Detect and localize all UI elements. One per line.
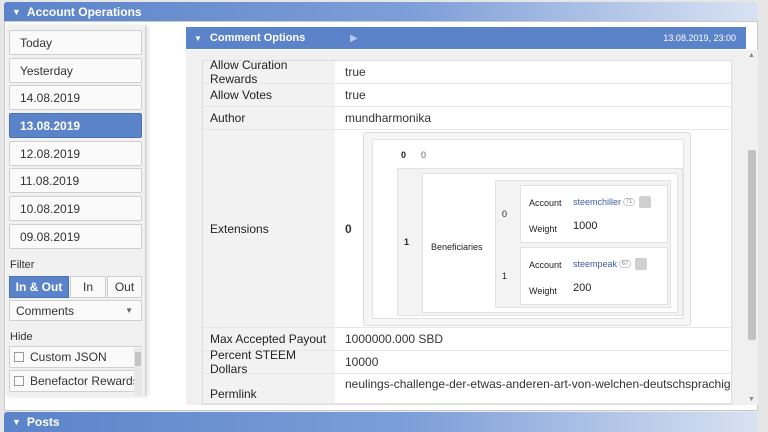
content-scrollbar[interactable]: ▲ ▼ bbox=[746, 50, 758, 405]
collapse-triangle-icon: ▼ bbox=[12, 417, 21, 427]
row-key: Extensions bbox=[203, 130, 335, 327]
avatar-icon bbox=[639, 195, 652, 208]
table-row: Allow Votes true bbox=[203, 84, 731, 107]
date-filter-sidebar: Today Yesterday 14.08.2019 13.08.2019 12… bbox=[6, 26, 146, 396]
date-button[interactable]: 12.08.2019 bbox=[9, 141, 142, 166]
beneficiary-index: 1 bbox=[502, 270, 508, 281]
account-label: Account bbox=[529, 259, 562, 270]
row-key: Author bbox=[203, 107, 335, 129]
hide-option-custom-json[interactable]: Custom JSON bbox=[9, 346, 142, 368]
beneficiary-account-link[interactable]: steempeak bbox=[573, 259, 617, 269]
account-operations-title: Account Operations bbox=[26, 4, 142, 19]
operation-type-value: Comments bbox=[16, 303, 75, 318]
author-link[interactable]: mundharmonika bbox=[335, 107, 731, 129]
extension-key: 0 bbox=[401, 149, 407, 160]
beneficiaries-index: 1 bbox=[404, 236, 410, 247]
extensions-index: 0 bbox=[345, 221, 352, 236]
date-button[interactable]: 09.08.2019 bbox=[9, 224, 142, 249]
reputation-badge: 67 bbox=[619, 259, 632, 268]
operation-table: Allow Curation Rewards true Allow Votes … bbox=[202, 58, 732, 405]
scrollbar-thumb[interactable] bbox=[748, 150, 756, 340]
row-key: Allow Curation Rewards bbox=[203, 58, 335, 86]
checkbox-icon[interactable] bbox=[14, 376, 24, 386]
table-row: Author mundharmonika bbox=[203, 107, 731, 130]
weight-label: Weight bbox=[529, 285, 557, 296]
date-button-selected[interactable]: 13.08.2019 bbox=[9, 113, 142, 138]
beneficiary-account-link[interactable]: steemchiller bbox=[573, 197, 621, 207]
checkbox-icon[interactable] bbox=[14, 352, 24, 362]
hide-label: Hide bbox=[10, 331, 33, 343]
table-row: Permlink neulings-challenge-der-etwas-an… bbox=[203, 374, 731, 404]
posts-title: Posts bbox=[26, 415, 60, 429]
operation-type-select[interactable]: Comments ▼ bbox=[9, 300, 142, 321]
account-label: Account bbox=[529, 197, 562, 208]
operation-header[interactable]: ▼ Comment Options ▶ 13.08.2019, 23:00 bbox=[186, 27, 746, 49]
collapse-triangle-icon: ▼ bbox=[194, 33, 202, 43]
row-key: Allow Votes bbox=[203, 84, 335, 106]
hide-options-list: Custom JSON Benefactor Rewards bbox=[9, 346, 142, 396]
collapse-triangle-icon: ▼ bbox=[12, 6, 21, 17]
table-row: Allow Curation Rewards true bbox=[203, 58, 731, 86]
extension-value: 0 bbox=[421, 149, 427, 160]
operation-details: Allow Curation Rewards true Allow Votes … bbox=[186, 50, 746, 405]
filter-in-button[interactable]: In bbox=[70, 276, 106, 298]
operation-timestamp: 13.08.2019, 23:00 bbox=[663, 33, 736, 43]
date-button[interactable]: 10.08.2019 bbox=[9, 196, 142, 221]
hide-list-scrollbar[interactable] bbox=[134, 348, 142, 396]
beneficiary-index: 0 bbox=[502, 208, 508, 219]
hide-option-benefactor-rewards[interactable]: Benefactor Rewards bbox=[9, 370, 142, 392]
posts-header[interactable]: ▼ Posts bbox=[4, 412, 758, 432]
row-value: true bbox=[345, 65, 366, 79]
table-row: Extensions 0 0 0 1 Beneficiaries 0 Accou… bbox=[203, 130, 731, 328]
row-key: Max Accepted Payout bbox=[203, 328, 335, 350]
play-icon: ▶ bbox=[350, 32, 358, 44]
date-button[interactable]: 11.08.2019 bbox=[9, 168, 142, 193]
permlink-link[interactable]: neulings-challenge-der-etwas-anderen-art… bbox=[335, 374, 731, 403]
date-button-today[interactable]: Today bbox=[9, 30, 142, 55]
filter-in-out-button[interactable]: In & Out bbox=[9, 276, 69, 298]
chevron-down-icon: ▼ bbox=[125, 306, 133, 315]
hide-option-label: Benefactor Rewards bbox=[30, 374, 139, 388]
row-value: true bbox=[345, 88, 366, 102]
scroll-down-icon[interactable]: ▼ bbox=[748, 396, 755, 403]
row-value: 10000 bbox=[345, 355, 379, 369]
scroll-up-icon[interactable]: ▲ bbox=[748, 52, 755, 59]
date-button[interactable]: 14.08.2019 bbox=[9, 85, 142, 110]
avatar-icon bbox=[635, 257, 648, 270]
row-key: Percent STEEM Dollars bbox=[203, 348, 335, 376]
reputation-badge: 71 bbox=[623, 197, 636, 206]
row-key: Permlink bbox=[203, 374, 335, 403]
filter-out-button[interactable]: Out bbox=[107, 276, 142, 298]
filter-label: Filter bbox=[10, 259, 35, 271]
extensions-box: 0 0 1 Beneficiaries 0 Account steemchill… bbox=[363, 131, 691, 326]
weight-value: 200 bbox=[573, 281, 592, 294]
operation-title: Comment Options bbox=[209, 32, 306, 44]
weight-label: Weight bbox=[529, 223, 557, 234]
weight-value: 1000 bbox=[573, 219, 598, 232]
table-row: Percent STEEM Dollars 10000 bbox=[203, 348, 731, 376]
beneficiaries-label: Beneficiaries bbox=[431, 241, 483, 252]
account-operations-header[interactable]: ▼ Account Operations bbox=[4, 2, 758, 21]
row-value: 1000000.000 SBD bbox=[345, 332, 444, 346]
date-button-yesterday[interactable]: Yesterday bbox=[9, 58, 142, 83]
hide-option-label: Custom JSON bbox=[30, 350, 107, 364]
